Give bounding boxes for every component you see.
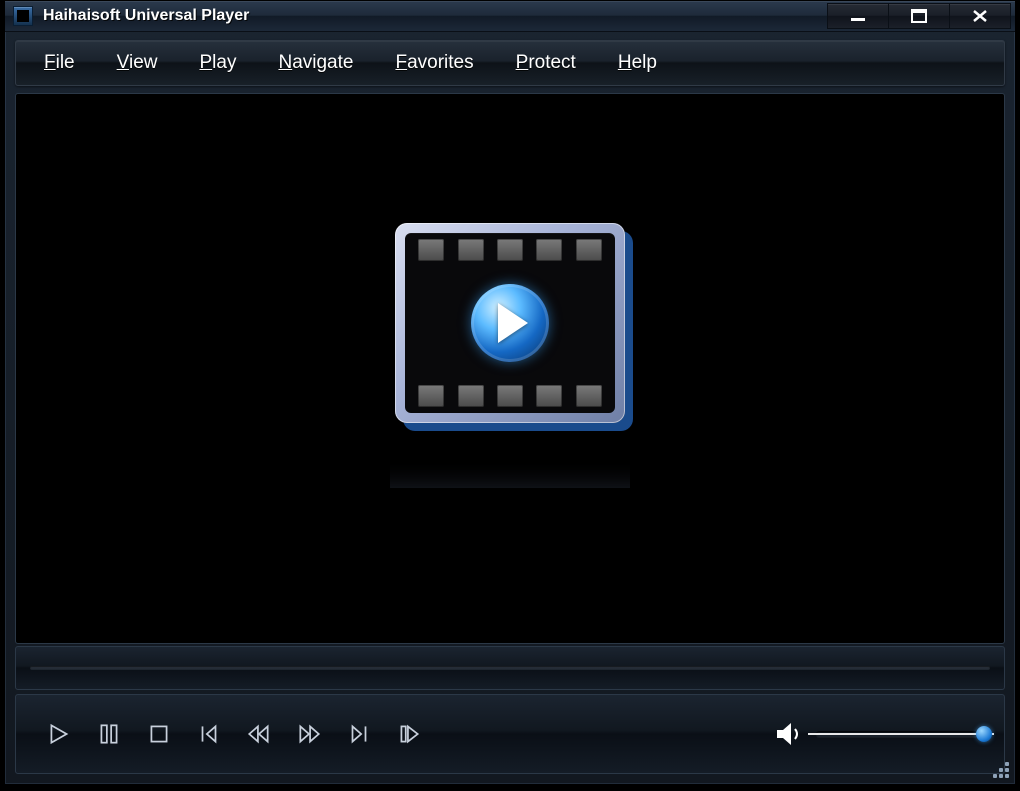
skip-back-button[interactable] bbox=[184, 714, 234, 754]
menu-navigate[interactable]: Navigate bbox=[278, 52, 353, 74]
player-logo bbox=[390, 223, 630, 515]
skip-forward-button[interactable] bbox=[334, 714, 384, 754]
volume-control bbox=[774, 720, 986, 748]
pause-button[interactable] bbox=[84, 714, 134, 754]
rewind-button[interactable] bbox=[234, 714, 284, 754]
speaker-icon bbox=[774, 720, 804, 748]
step-icon bbox=[396, 721, 422, 747]
volume-knob[interactable] bbox=[976, 726, 992, 742]
menu-bar: File View Play Navigate Favorites Protec… bbox=[15, 40, 1005, 86]
minimize-button[interactable] bbox=[827, 3, 889, 29]
resize-grip[interactable] bbox=[991, 760, 1009, 778]
film-sprockets-bottom bbox=[405, 385, 615, 407]
maximize-icon bbox=[909, 9, 929, 23]
menu-favorites[interactable]: Favorites bbox=[395, 52, 473, 74]
close-button[interactable] bbox=[949, 3, 1011, 29]
logo-reflection bbox=[390, 452, 630, 488]
seek-bar-row bbox=[15, 646, 1005, 690]
maximize-button[interactable] bbox=[888, 3, 950, 29]
volume-slider[interactable] bbox=[816, 731, 986, 737]
pause-icon bbox=[96, 721, 122, 747]
close-icon bbox=[970, 9, 990, 23]
forward-icon bbox=[296, 721, 322, 747]
film-sprockets-top bbox=[405, 239, 615, 261]
stop-button[interactable] bbox=[134, 714, 184, 754]
play-button[interactable] bbox=[34, 714, 84, 754]
play-orb-icon bbox=[471, 284, 549, 362]
playback-controls bbox=[15, 694, 1005, 774]
menu-play[interactable]: Play bbox=[199, 52, 236, 74]
seek-bar[interactable] bbox=[30, 666, 990, 670]
menu-protect[interactable]: Protect bbox=[516, 52, 576, 74]
skip-forward-icon bbox=[346, 721, 372, 747]
title-bar[interactable]: Haihaisoft Universal Player bbox=[5, 1, 1015, 32]
menu-help[interactable]: Help bbox=[618, 52, 657, 74]
forward-button[interactable] bbox=[284, 714, 334, 754]
minimize-icon bbox=[848, 9, 868, 23]
menu-view[interactable]: View bbox=[117, 52, 158, 74]
app-icon bbox=[13, 6, 33, 26]
skip-back-icon bbox=[196, 721, 222, 747]
window-title: Haihaisoft Universal Player bbox=[43, 7, 249, 25]
menu-file[interactable]: File bbox=[44, 52, 75, 74]
app-window: Haihaisoft Universal Player File View Pl… bbox=[4, 0, 1016, 785]
video-area[interactable] bbox=[15, 93, 1005, 644]
rewind-icon bbox=[246, 721, 272, 747]
stop-icon bbox=[146, 721, 172, 747]
step-frame-button[interactable] bbox=[384, 714, 434, 754]
play-icon bbox=[46, 721, 72, 747]
film-icon bbox=[395, 223, 625, 423]
window-controls bbox=[828, 3, 1011, 29]
